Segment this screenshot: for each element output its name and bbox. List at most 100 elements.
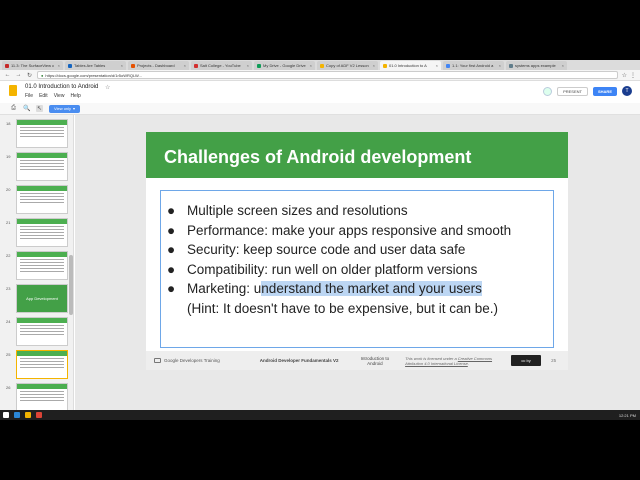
favicon-icon (68, 63, 72, 68)
bullet-dot: ● (167, 222, 176, 238)
slide-thumbnail-row[interactable]: 23 App Development (0, 284, 73, 314)
bookmark-star-icon[interactable]: ☆ (622, 72, 627, 79)
system-tray: 12:21 PM (619, 413, 636, 418)
tab-label: Copy of ADF V2 Lesson (326, 63, 369, 68)
slide: Challenges of Android development ● Multi… (146, 132, 568, 370)
favicon-icon (194, 63, 198, 68)
close-icon[interactable]: × (436, 63, 438, 68)
slide-number: 24 (6, 319, 11, 324)
menu-item-help[interactable]: Help (70, 93, 80, 99)
slide-thumbnail[interactable] (16, 218, 68, 247)
tab-label: 11.3: The SurfaceView c (11, 63, 55, 68)
browser-tab[interactable]: systems apps example × (506, 61, 567, 70)
bullet-item: ● Security: keep source code and user dat… (167, 240, 511, 260)
slides-logo-icon[interactable] (9, 85, 17, 96)
bullet-dot: ● (167, 203, 176, 218)
url-input[interactable]: ● https://docs.google.com/presentation/d… (37, 71, 618, 79)
menu-icon[interactable]: ⋮ (630, 72, 636, 79)
select-tool-icon[interactable]: ↖ (36, 105, 43, 112)
close-icon[interactable]: × (310, 63, 312, 68)
folder-icon[interactable] (25, 412, 31, 418)
share-button[interactable]: SHARE (592, 86, 617, 96)
close-icon[interactable]: × (499, 63, 501, 68)
slide-thumbnail-row[interactable]: 22 (0, 251, 73, 281)
tab-label: Tables Are Tables (74, 63, 106, 68)
bullet-item: ● Compatibility: run well on older platfo… (167, 260, 511, 280)
edge-icon[interactable] (14, 412, 20, 418)
forward-button[interactable]: → (15, 72, 22, 78)
favicon-icon (131, 63, 135, 68)
slide-thumbnail-row[interactable]: 24 (0, 317, 73, 347)
screen: 11.3: The SurfaceView c × Tables Are Table… (0, 0, 640, 480)
close-icon[interactable]: × (121, 63, 123, 68)
star-icon[interactable]: ☆ (105, 84, 110, 91)
browser-tab[interactable]: 1.1: Your first Android a × (443, 61, 504, 70)
slide-thumbnail[interactable] (16, 152, 68, 181)
back-button[interactable]: ← (4, 72, 11, 78)
menu-item-file[interactable]: File (25, 93, 33, 99)
tab-label: My Drive - Google Drive (263, 63, 306, 68)
bullet-dot: ● (167, 281, 176, 296)
menu-item-view[interactable]: View (54, 93, 65, 99)
url-text: https://docs.google.com/presentation/d/1… (45, 72, 142, 78)
bullet-item: ● Multiple screen sizes and resolutions (167, 201, 511, 221)
menu-item-edit[interactable]: Edit (39, 93, 48, 99)
lock-icon: ● (41, 72, 44, 78)
slide-number: 25 (6, 352, 11, 357)
view-only-label: View only (54, 106, 72, 111)
slide-thumbnail-row[interactable]: 25 (0, 350, 73, 380)
slide-thumbnail-row[interactable]: 26 (0, 383, 73, 410)
slides-header: 01.0 Introduction to Android ☆ File Edit V… (0, 81, 640, 103)
zoom-icon[interactable]: 🔍 (23, 105, 30, 112)
bullet-dot: ● (167, 261, 176, 277)
hint-text: (Hint: It doesn't have to be expensive, … (187, 300, 499, 316)
selected-text[interactable]: nderstand the market and your users (261, 281, 482, 296)
slide-thumbnail-row[interactable]: 20 (0, 185, 73, 215)
bullet-text: Compatibility: run well on older platfor… (187, 261, 478, 277)
browser-tab[interactable]: Tables Are Tables × (65, 61, 126, 70)
slide-number: 23 (6, 286, 11, 291)
browser-tab[interactable]: My Drive - Google Drive × (254, 61, 315, 70)
bullet-list: ● Multiple screen sizes and resolutions ● P… (167, 201, 511, 318)
bullet-item: ● Marketing: understand the market and yo… (167, 279, 511, 299)
browser-tab[interactable]: 11.3: The SurfaceView c × (2, 61, 63, 70)
favicon-icon (383, 63, 387, 68)
slide-thumbnail[interactable] (16, 350, 68, 379)
slide-thumbnail[interactable] (16, 119, 68, 148)
document-title[interactable]: 01.0 Introduction to Android (25, 84, 98, 90)
bullet-text: Security: keep source code and user data… (187, 242, 466, 257)
slide-thumbnail[interactable] (16, 185, 68, 214)
hangouts-icon[interactable] (543, 86, 553, 96)
present-button[interactable]: PRESENT (557, 86, 588, 96)
browser-tab[interactable]: Copy of ADF V2 Lesson × (317, 61, 378, 70)
slide-thumbnail[interactable] (16, 383, 68, 410)
slide-thumbnail-row[interactable]: 18 (0, 119, 73, 149)
slide-thumbnail[interactable] (16, 317, 68, 346)
view-only-button[interactable]: View only ▾ (49, 104, 81, 113)
reload-button[interactable]: ↻ (26, 72, 33, 79)
slide-thumbnail-row[interactable]: 21 (0, 218, 73, 248)
slide-thumbnail[interactable] (16, 251, 68, 280)
start-icon[interactable] (3, 412, 9, 418)
bullet-text-prefix: Marketing: u (187, 281, 262, 296)
avatar[interactable]: T (622, 86, 632, 96)
print-icon[interactable]: ⎙ (10, 105, 17, 112)
browser-tab[interactable]: 01.0 Introduction to A × (380, 61, 441, 70)
slide-text-box[interactable]: ● Multiple screen sizes and resolutions ● P… (160, 190, 554, 348)
close-icon[interactable]: × (247, 63, 249, 68)
slide-footer: Google Developers Training Android Devel… (146, 351, 568, 370)
slide-thumbnail-row[interactable]: 19 (0, 152, 73, 182)
footer-section-line2: Android (367, 360, 383, 366)
slide-title: Challenges of Android development (164, 147, 472, 167)
tab-label: 1.1: Your first Android a (452, 63, 494, 68)
close-icon[interactable]: × (373, 63, 375, 68)
close-icon[interactable]: × (562, 63, 564, 68)
clock[interactable]: 12:21 PM (619, 413, 636, 418)
chrome-icon[interactable] (36, 412, 42, 418)
slide-thumbnail[interactable]: App Development (16, 284, 68, 313)
favicon-icon (446, 63, 450, 68)
browser-tab[interactable]: Salt College - YouTube × (191, 61, 252, 70)
close-icon[interactable]: × (184, 63, 186, 68)
close-icon[interactable]: × (58, 63, 60, 68)
browser-tab[interactable]: Projects - Dashboard × (128, 61, 189, 70)
